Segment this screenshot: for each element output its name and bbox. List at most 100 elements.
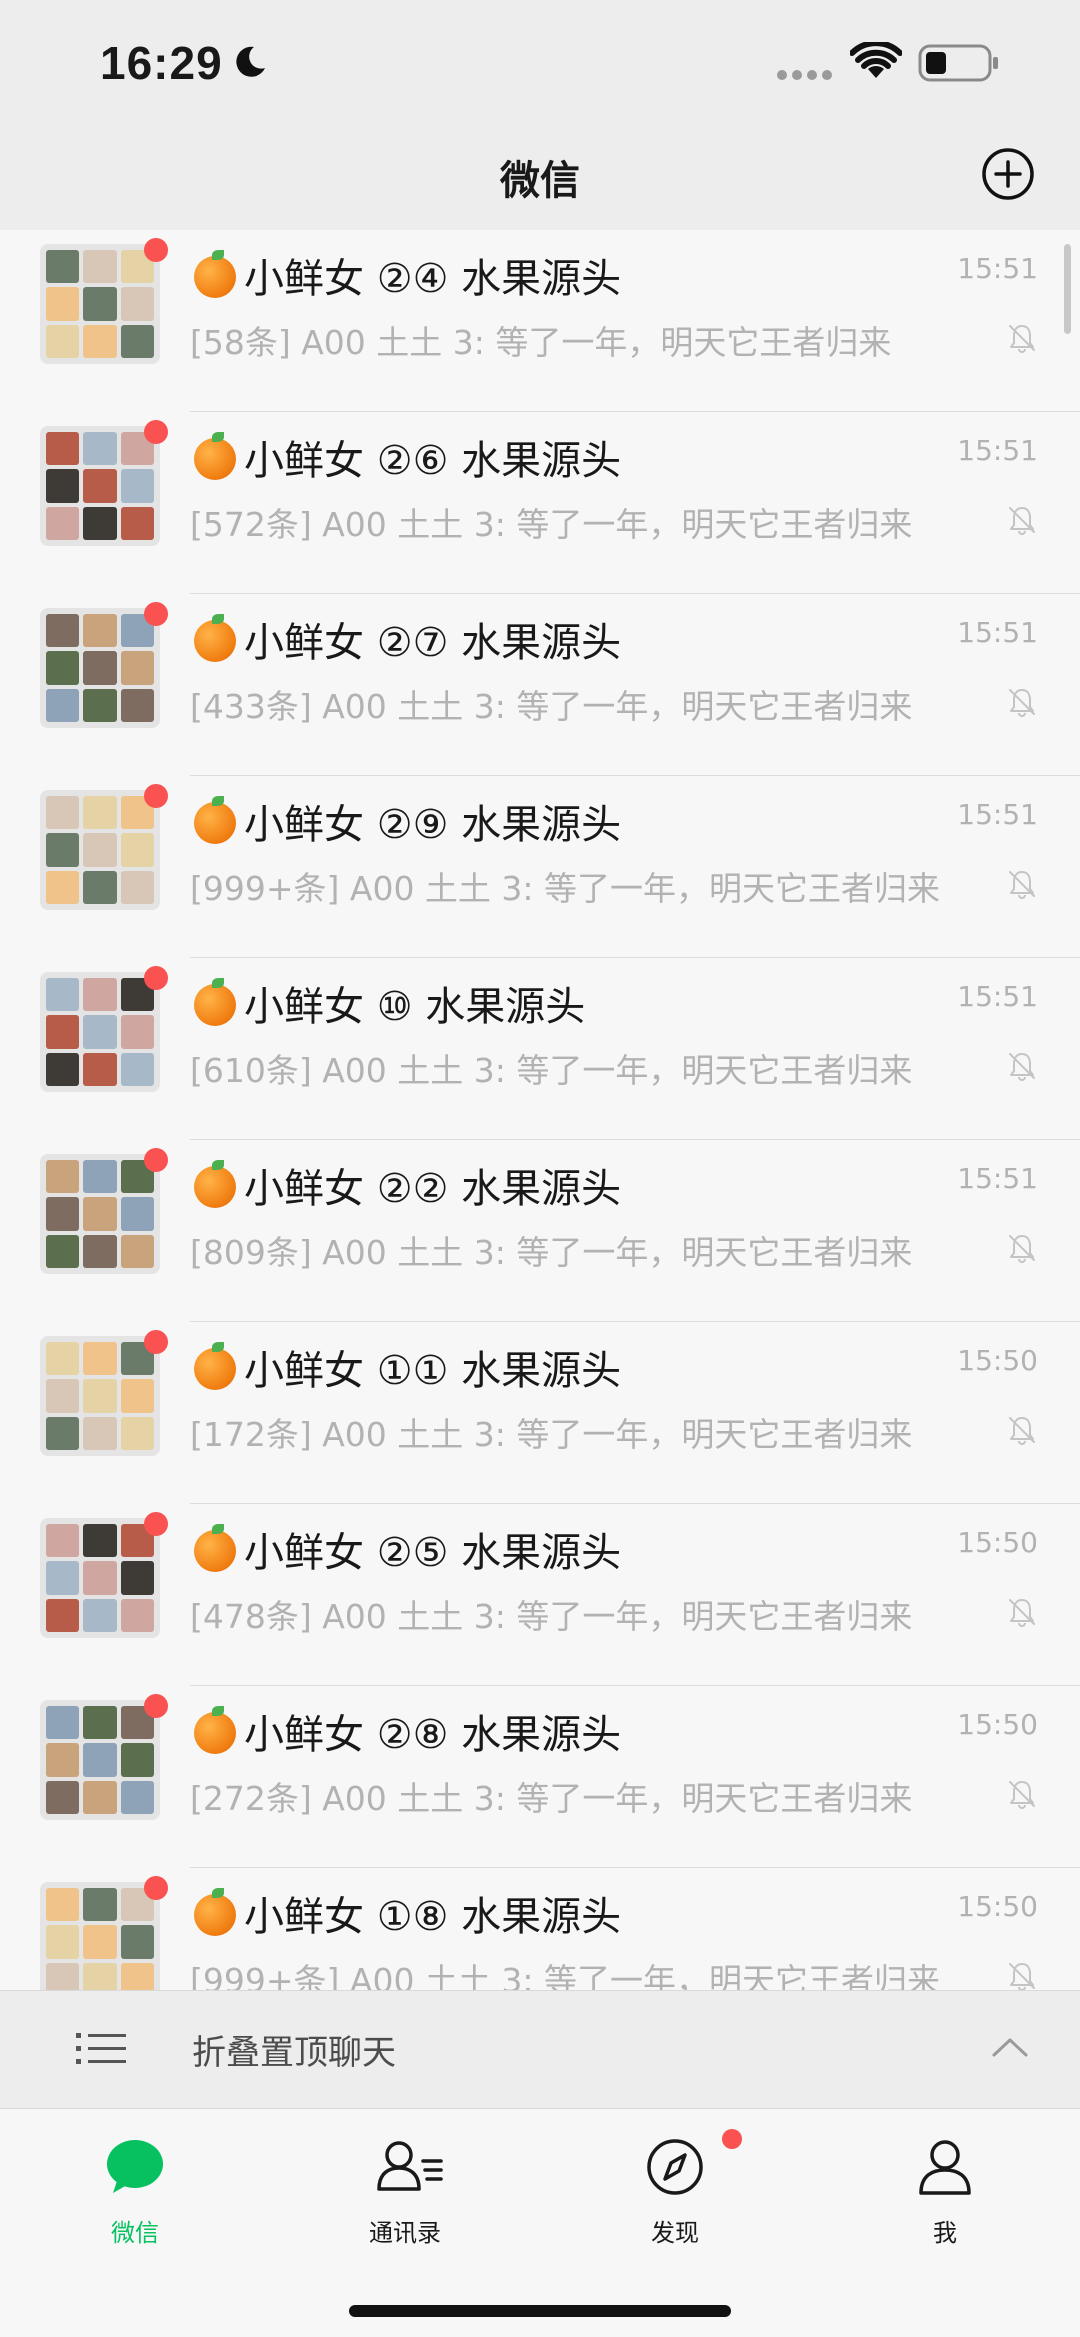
chat-preview: [572条] A00 土土 3: 等了一年，明天它王者归来: [190, 505, 913, 544]
orange-icon: [194, 1160, 236, 1208]
avatar-cell: [83, 1780, 117, 1814]
chat-title: 小鲜女 ②⑧ 水果源头: [194, 1702, 621, 1760]
group-avatar[interactable]: [40, 426, 160, 546]
group-avatar[interactable]: [40, 1336, 160, 1456]
avatar-cell: [46, 1743, 80, 1777]
tab-label: 发现: [651, 2219, 699, 2247]
unread-dot: [144, 966, 168, 990]
group-avatar[interactable]: [40, 1518, 160, 1638]
chat-preview: [172条] A00 土土 3: 等了一年，明天它王者归来: [190, 1415, 913, 1454]
unread-dot: [144, 238, 168, 262]
avatar-cell: [46, 978, 80, 1012]
avatar-cell: [46, 250, 80, 284]
avatar-cell: [46, 833, 80, 867]
avatar-cell: [46, 1962, 80, 1990]
avatar-cell: [83, 870, 117, 904]
avatar-cell: [120, 1780, 154, 1814]
chat-title-text: 小鲜女 ②② 水果源头: [244, 1166, 622, 1212]
avatar-cell: [83, 250, 117, 284]
group-avatar[interactable]: [40, 244, 160, 364]
unread-dot: [144, 1694, 168, 1718]
tab-discover[interactable]: 发现: [540, 2109, 810, 2259]
avatar-cell: [46, 1379, 80, 1413]
chat-row[interactable]: 小鲜女 ②⑨ 水果源头 15:51 [999+条] A00 土土 3: 等了一年，明…: [0, 776, 1080, 958]
tab-contacts[interactable]: 通讯录: [270, 2109, 540, 2259]
avatar-cell: [120, 324, 154, 358]
status-time: 16:29: [100, 37, 223, 89]
avatar-cell: [120, 1052, 154, 1086]
orange-icon: [194, 796, 236, 844]
chat-title-text: 小鲜女 ②⑤ 水果源头: [244, 1530, 622, 1576]
avatar-cell: [120, 1743, 154, 1777]
tab-label: 我: [933, 2219, 957, 2247]
avatar-cell: [46, 1524, 80, 1558]
avatar-cell: [83, 1888, 117, 1922]
avatar-cell: [120, 1598, 154, 1632]
avatar-cell: [83, 1416, 117, 1450]
chat-time: 15:51: [957, 616, 1038, 649]
chat-row[interactable]: 小鲜女 ②⑦ 水果源头 15:51 [433条] A00 土土 3: 等了一年，明天…: [0, 594, 1080, 776]
avatar-cell: [46, 1416, 80, 1450]
chat-row[interactable]: 小鲜女 ①⑧ 水果源头 15:50 [999+条] A00 土土 3: 等了一年，明…: [0, 1868, 1080, 1990]
compass-icon: [647, 2139, 703, 2195]
avatar-cell: [83, 1561, 117, 1595]
chevron-up-icon[interactable]: [990, 2035, 1030, 2059]
chat-title-text: 小鲜女 ②⑥ 水果源头: [244, 438, 622, 484]
orange-icon: [194, 978, 236, 1026]
avatar-cell: [46, 651, 80, 685]
discover-badge: [722, 2129, 742, 2149]
chat-title: 小鲜女 ②⑥ 水果源头: [194, 428, 621, 486]
chat-row[interactable]: 小鲜女 ②② 水果源头 15:51 [809条] A00 土土 3: 等了一年，明天…: [0, 1140, 1080, 1322]
group-avatar[interactable]: [40, 790, 160, 910]
chat-preview: [610条] A00 土土 3: 等了一年，明天它王者归来: [190, 1051, 913, 1090]
orange-icon: [194, 1524, 236, 1572]
chat-list[interactable]: 小鲜女 ②④ 水果源头 15:51 [58条] A00 土土 3: 等了一年，明天它…: [0, 230, 1080, 1990]
chat-row[interactable]: 小鲜女 ②⑥ 水果源头 15:51 [572条] A00 土土 3: 等了一年，明天…: [0, 412, 1080, 594]
group-avatar[interactable]: [40, 1882, 160, 1990]
chat-row[interactable]: 小鲜女 ⑩ 水果源头 15:51 [610条] A00 土土 3: 等了一年，明天它…: [0, 958, 1080, 1140]
group-avatar[interactable]: [40, 1700, 160, 1820]
contacts-icon: [377, 2141, 443, 2191]
avatar-cell: [83, 1379, 117, 1413]
avatar-cell: [120, 1416, 154, 1450]
avatar-cell: [83, 432, 117, 466]
chat-title-text: 小鲜女 ②⑧ 水果源头: [244, 1712, 622, 1758]
chat-title: 小鲜女 ①① 水果源头: [194, 1338, 621, 1396]
unread-dot: [144, 1876, 168, 1900]
chat-time: 15:51: [957, 434, 1038, 467]
signal-icon: [777, 70, 832, 80]
chat-preview: [58条] A00 土土 3: 等了一年，明天它王者归来: [190, 323, 892, 362]
person-icon: [919, 2140, 971, 2195]
avatar-cell: [83, 287, 117, 321]
mute-bell-icon: [1009, 1599, 1035, 1627]
unread-dot: [144, 1148, 168, 1172]
avatar-cell: [120, 1015, 154, 1049]
avatar-cell: [46, 1598, 80, 1632]
orange-icon: [194, 250, 236, 298]
group-avatar[interactable]: [40, 608, 160, 728]
avatar-cell: [120, 1561, 154, 1595]
chat-row[interactable]: 小鲜女 ②⑧ 水果源头 15:50 [272条] A00 土土 3: 等了一年，明天…: [0, 1686, 1080, 1868]
add-button[interactable]: [980, 146, 1036, 202]
avatar-cell: [83, 1962, 117, 1990]
home-indicator[interactable]: [349, 2305, 731, 2317]
scrollbar[interactable]: [1064, 244, 1071, 334]
avatar-cell: [83, 978, 117, 1012]
chat-time: 15:50: [957, 1344, 1038, 1377]
group-avatar[interactable]: [40, 972, 160, 1092]
avatar-cell: [46, 324, 80, 358]
tab-wechat[interactable]: 微信: [0, 2109, 270, 2259]
avatar-cell: [46, 1780, 80, 1814]
fold-pinned-bar[interactable]: 折叠置顶聊天: [0, 1990, 1080, 2108]
chat-time: 15:50: [957, 1708, 1038, 1741]
chat-row[interactable]: 小鲜女 ②⑤ 水果源头 15:50 [478条] A00 土土 3: 等了一年，明天…: [0, 1504, 1080, 1686]
chat-row[interactable]: 小鲜女 ②④ 水果源头 15:51 [58条] A00 土土 3: 等了一年，明天它…: [0, 230, 1080, 412]
chat-row[interactable]: 小鲜女 ①① 水果源头 15:50 [172条] A00 土土 3: 等了一年，明天…: [0, 1322, 1080, 1504]
avatar-cell: [120, 1925, 154, 1959]
list-icon: [76, 2033, 126, 2064]
tab-me[interactable]: 我: [810, 2109, 1080, 2259]
avatar-cell: [46, 1342, 80, 1376]
mute-bell-icon: [1009, 1963, 1035, 1990]
group-avatar[interactable]: [40, 1154, 160, 1274]
avatar-cell: [83, 1342, 117, 1376]
